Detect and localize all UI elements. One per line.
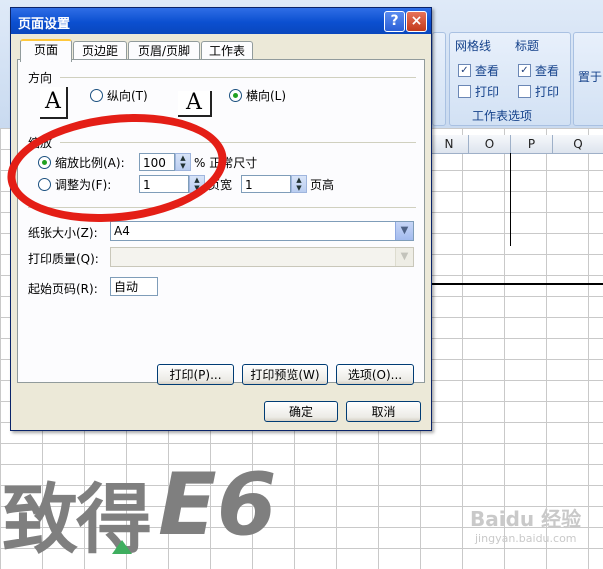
options-button[interactable]: 选项(O)...: [336, 364, 414, 385]
headings-view-label: 查看: [535, 64, 560, 78]
gridlines-print-checkbox[interactable]: [458, 85, 471, 98]
watermark-triangle-icon: [112, 540, 132, 554]
tab-sheet[interactable]: 工作表: [201, 41, 253, 60]
ok-button[interactable]: 确定: [264, 401, 338, 422]
gridlines-view-label: 查看: [475, 64, 500, 78]
landscape-icon: A: [178, 91, 212, 117]
gridlines-print-label: 打印: [475, 85, 500, 99]
portrait-radio[interactable]: [90, 89, 103, 102]
paper-size-label: 纸张大小(Z):: [28, 226, 98, 240]
ribbon-scroll-stub: [432, 32, 446, 126]
pages-tall-input[interactable]: 1: [241, 175, 291, 193]
chevron-down-icon[interactable]: ▼: [395, 248, 413, 266]
arrange-group: 置于: [573, 32, 603, 126]
print-preview-button[interactable]: 打印预览(W): [242, 364, 328, 385]
orientation-divider: [60, 77, 416, 78]
column-header-p[interactable]: P: [511, 135, 553, 154]
baidu-watermark-url: jingyan.baidu.com: [475, 532, 577, 545]
tab-page[interactable]: 页面: [20, 39, 72, 62]
print-quality-select[interactable]: ▼: [110, 247, 414, 267]
dialog-titlebar[interactable]: 页面设置 ? ×: [11, 8, 431, 34]
cancel-button[interactable]: 取消: [346, 401, 421, 422]
print-quality-label: 打印质量(Q):: [28, 252, 99, 266]
headings-print-checkbox[interactable]: [518, 85, 531, 98]
headings-title: 标题: [515, 39, 540, 53]
headings-print-label: 打印: [535, 85, 560, 99]
portrait-icon: A: [40, 87, 68, 119]
gridlines-view-checkbox[interactable]: ✓: [458, 64, 471, 77]
tab-margins[interactable]: 页边距: [73, 41, 127, 60]
paper-size-select[interactable]: A4 ▼: [110, 221, 414, 241]
tab-header-footer[interactable]: 页眉/页脚: [128, 41, 200, 60]
landscape-radio[interactable]: [229, 89, 242, 102]
first-page-number-input[interactable]: 自动: [110, 277, 158, 296]
column-header-o[interactable]: O: [469, 135, 511, 154]
gridlines-title: 网格线: [455, 39, 492, 53]
sheet-options-group: 网格线 ✓ 查看 打印 标题 ✓ 查看 打印 工作表选项: [449, 32, 571, 126]
baidu-watermark: Baidu 经验: [470, 507, 582, 531]
help-icon[interactable]: ?: [384, 11, 405, 32]
sheet-options-footer: 工作表选项: [472, 109, 533, 123]
pages-tall-label: 页高: [310, 178, 335, 192]
portrait-label[interactable]: 纵向(T): [107, 87, 148, 104]
bring-forward-label[interactable]: 置于: [578, 68, 602, 85]
dialog-title: 页面设置: [18, 17, 71, 32]
column-header-q[interactable]: Q: [553, 135, 603, 154]
cell-border-line: [510, 153, 511, 246]
column-header-n[interactable]: N: [430, 135, 469, 154]
pages-tall-spinner[interactable]: ▲ ▼: [291, 175, 307, 193]
first-page-number-label: 起始页码(R):: [28, 282, 98, 296]
cell-border-bottom: [430, 283, 603, 285]
landscape-label[interactable]: 横向(L): [246, 87, 286, 104]
watermark-brand: E6: [158, 455, 277, 555]
close-icon[interactable]: ×: [406, 11, 427, 32]
headings-view-checkbox[interactable]: ✓: [518, 64, 531, 77]
chevron-down-icon[interactable]: ▼: [395, 222, 413, 240]
orientation-section-label: 方向: [28, 71, 53, 85]
print-button[interactable]: 打印(P)...: [157, 364, 234, 385]
paper-size-value: A4: [114, 224, 130, 238]
